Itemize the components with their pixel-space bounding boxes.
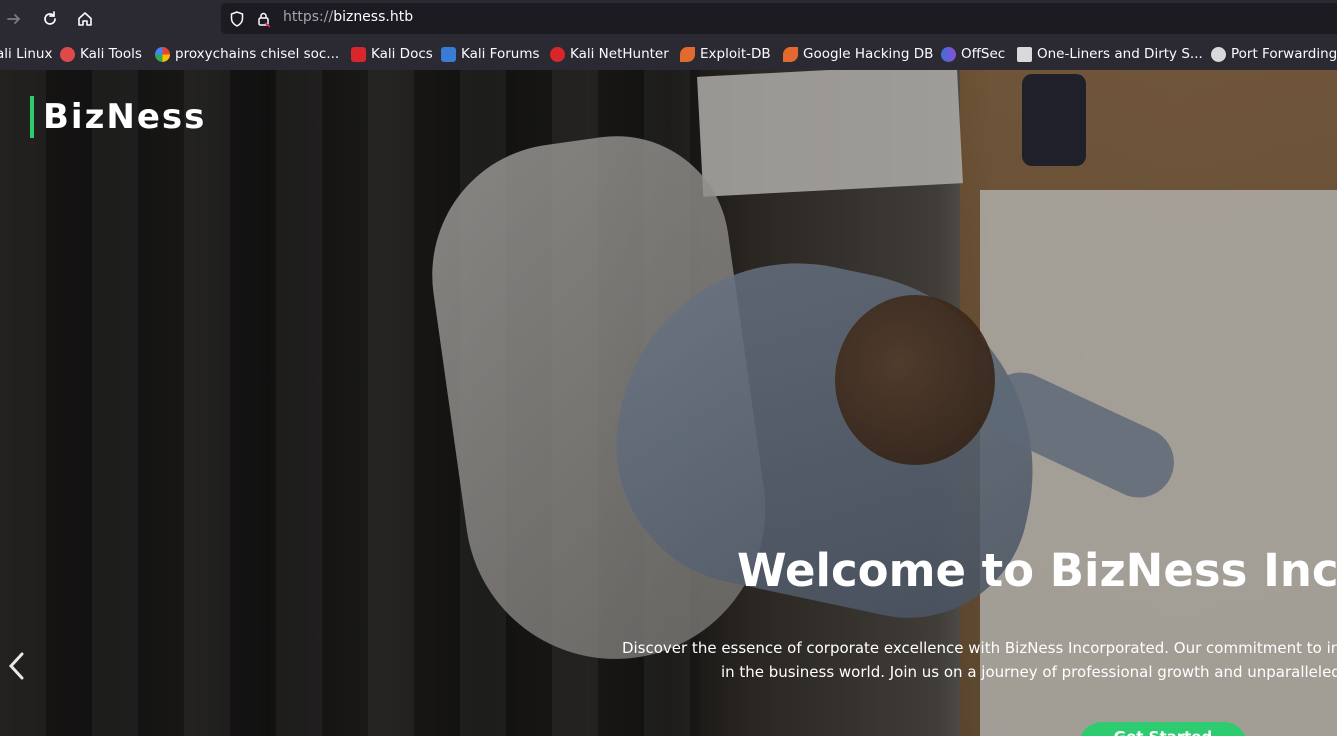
get-started-button[interactable]: Get Started	[1079, 722, 1247, 736]
google-icon	[155, 46, 170, 62]
browser-toolbar: https://bizness.htb	[0, 0, 1337, 37]
offsec-icon	[941, 46, 956, 62]
bookmark-label: One-Liners and Dirty S...	[1037, 46, 1203, 62]
hero-section: BizNess Welcome to BizNess Incorporated …	[0, 70, 1337, 736]
bookmark-label: Kali Forums	[461, 46, 540, 62]
bookmark-port-forwarding[interactable]: Port Forwarding	[1211, 44, 1337, 64]
bookmark-label: OffSec	[961, 46, 1006, 62]
hero-title: Welcome to BizNess Incorporated	[737, 544, 1337, 597]
shield-icon[interactable]	[228, 10, 246, 28]
kali-forums-icon	[441, 46, 456, 62]
bookmark-kali-docs[interactable]: Kali Docs	[351, 44, 433, 64]
hero-description: Discover the essence of corporate excell…	[621, 639, 1337, 681]
bookmark-kali-forums[interactable]: Kali Forums	[441, 44, 540, 64]
url-host: bizness.htb	[333, 9, 414, 25]
arrow-right-icon	[7, 14, 21, 24]
bookmark-one-liners[interactable]: One-Liners and Dirty S...	[1017, 44, 1203, 64]
kali-tools-icon	[60, 46, 75, 62]
bookmark-label: ali Linux	[0, 46, 53, 62]
kali-nethunter-icon	[550, 46, 565, 62]
bookmark-label: proxychains chisel soc...	[175, 46, 340, 62]
url-text[interactable]: https://bizness.htb	[283, 9, 413, 25]
url-bar[interactable]: https://bizness.htb	[221, 3, 1337, 34]
bookmark-kali-tools[interactable]: Kali Tools	[60, 44, 142, 64]
document-icon	[1017, 46, 1032, 62]
bookmark-kali-linux[interactable]: ali Linux	[0, 44, 52, 64]
exploit-db-icon	[680, 46, 695, 62]
chevron-left-icon	[8, 652, 24, 680]
bookmark-kali-nethunter[interactable]: Kali NetHunter	[550, 44, 669, 64]
home-button[interactable]	[72, 6, 98, 32]
home-icon	[78, 12, 92, 26]
bookmark-label: Google Hacking DB	[803, 46, 934, 62]
insecure-lock-icon[interactable]	[255, 10, 273, 28]
ghdb-icon	[783, 46, 798, 62]
carousel-prev-button[interactable]	[4, 648, 28, 684]
hero-content: Welcome to BizNess Incorporated Discover…	[0, 70, 1337, 736]
bookmark-label: Kali Docs	[371, 46, 433, 62]
wordpress-icon	[1211, 46, 1226, 62]
reload-button[interactable]	[37, 6, 63, 32]
bookmark-exploit-db[interactable]: Exploit-DB	[680, 44, 771, 64]
bookmarks-bar: ali Linux Kali Tools proxychains chisel …	[0, 37, 1337, 70]
bookmark-offsec[interactable]: OffSec	[941, 44, 1005, 64]
bookmark-label: Exploit-DB	[700, 46, 771, 62]
forward-button[interactable]	[1, 6, 27, 32]
bookmark-label: Port Forwarding	[1231, 46, 1337, 62]
reload-icon	[44, 11, 56, 25]
bookmark-proxychains[interactable]: proxychains chisel soc...	[155, 44, 339, 64]
bookmark-label: Kali Tools	[80, 46, 142, 62]
url-scheme: https://	[283, 9, 334, 25]
kali-docs-icon	[351, 46, 366, 62]
bookmark-google-hacking-db[interactable]: Google Hacking DB	[783, 44, 933, 64]
bookmark-label: Kali NetHunter	[570, 46, 669, 62]
